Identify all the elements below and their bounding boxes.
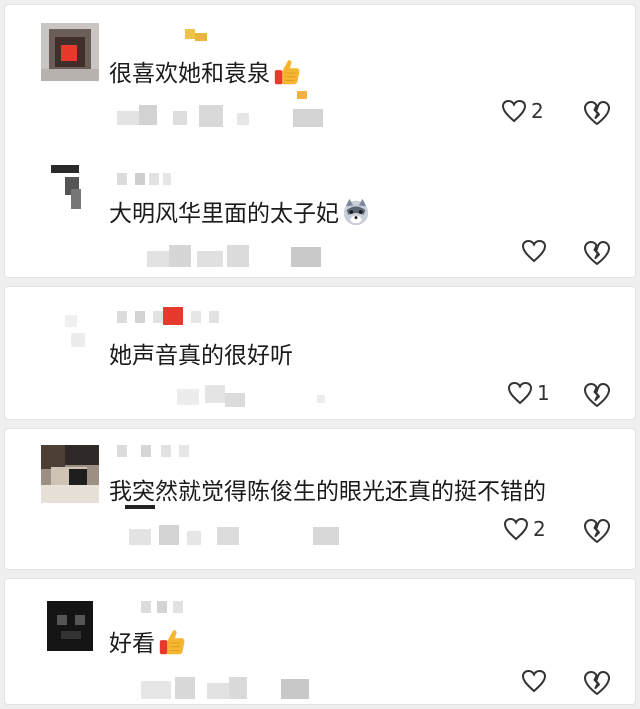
like-button[interactable] (521, 237, 581, 267)
username-pixelated[interactable] (117, 29, 217, 43)
like-button[interactable]: 2 (503, 515, 563, 545)
avatar[interactable] (41, 23, 99, 81)
like-button[interactable]: 1 (507, 379, 567, 409)
comment-card-1: 很喜欢她和袁泉 2 大明风华里面的太子妃 (4, 4, 636, 278)
comment-card-2: 她声音真的很好听 1 (4, 286, 636, 420)
comment-item-2: 大明风华里面的太子妃 (5, 145, 635, 275)
comment-text: 我突然就觉得陈俊生的眼光还真的挺不错的 (109, 479, 546, 505)
username-pixelated[interactable] (117, 173, 197, 187)
broken-heart-icon[interactable] (583, 517, 611, 545)
thumbs-up-emoji (274, 60, 300, 85)
meta-pixelated (117, 91, 337, 131)
comment-card-3: 我突然就觉得陈俊生的眼光还真的挺不错的 2 (4, 428, 636, 570)
like-button[interactable] (521, 667, 581, 697)
comment-text: 她声音真的很好听 (109, 343, 293, 369)
comment-item-4: 我突然就觉得陈俊生的眼光还真的挺不错的 2 (5, 429, 635, 571)
comment-item-5: 好看 (5, 579, 635, 706)
broken-heart-icon[interactable] (583, 99, 611, 127)
thumbs-up-emoji (159, 630, 185, 655)
username-pixelated[interactable] (117, 307, 237, 325)
heart-outline-icon (503, 517, 529, 541)
like-button[interactable]: 2 (501, 97, 561, 127)
avatar[interactable] (45, 165, 95, 215)
meta-pixelated (117, 677, 337, 703)
heart-outline-icon (521, 669, 547, 693)
username-pixelated[interactable] (117, 601, 197, 615)
like-count: 2 (531, 99, 544, 123)
wolf-face-emoji (343, 198, 369, 226)
comment-item-3: 她声音真的很好听 1 (5, 287, 635, 421)
broken-heart-icon[interactable] (583, 669, 611, 697)
broken-heart-icon[interactable] (583, 381, 611, 409)
comment-card-4: 好看 (4, 578, 636, 705)
comment-text: 很喜欢她和袁泉 (109, 57, 302, 89)
username-pixelated[interactable] (117, 445, 217, 459)
meta-pixelated (117, 385, 347, 411)
avatar[interactable] (41, 597, 99, 655)
heart-outline-icon (507, 381, 533, 405)
comment-item-1: 很喜欢她和袁泉 2 (5, 5, 635, 135)
avatar[interactable] (61, 309, 101, 349)
avatar[interactable] (41, 445, 99, 503)
meta-pixelated (117, 505, 357, 545)
comment-text: 大明风华里面的太子妃 (109, 197, 371, 229)
like-count: 2 (533, 517, 546, 541)
broken-heart-icon[interactable] (583, 239, 611, 267)
comment-text: 好看 (109, 627, 187, 659)
meta-pixelated (117, 245, 347, 271)
heart-outline-icon (501, 99, 527, 123)
like-count: 1 (537, 381, 550, 405)
heart-outline-icon (521, 239, 547, 263)
